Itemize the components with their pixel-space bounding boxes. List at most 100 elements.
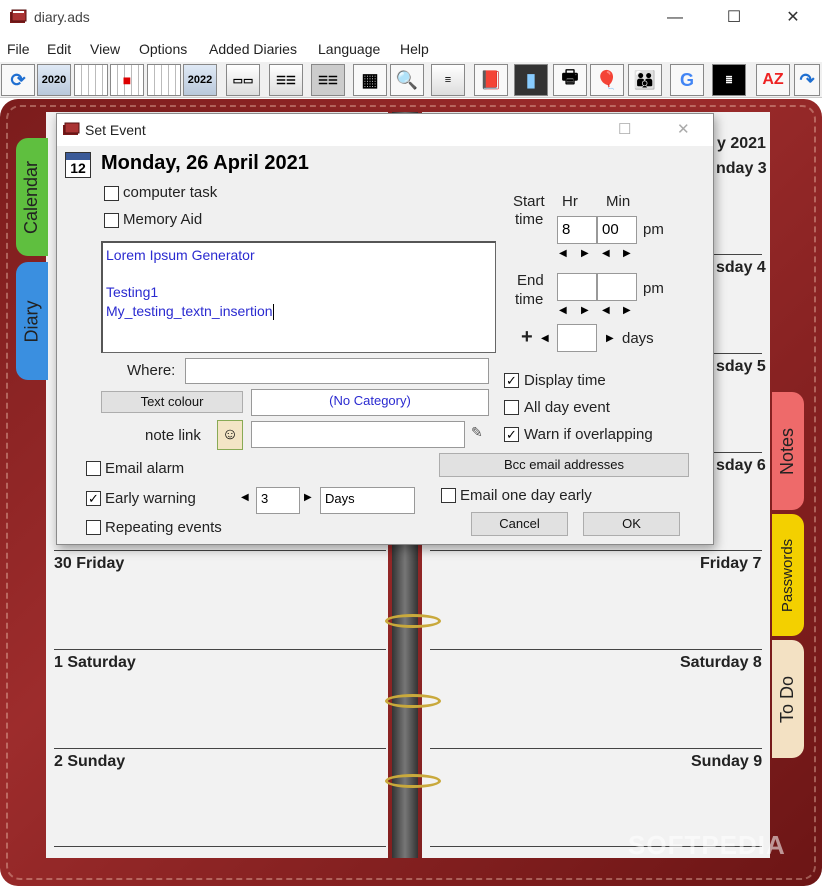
refresh-icon[interactable]: ⟳ [1,64,35,96]
dialog-close-icon[interactable]: ✕ [677,120,690,138]
watermark: SOFTPEDIA [628,830,786,860]
today-icon[interactable]: ■ [110,64,144,96]
bcc-email-button[interactable]: Bcc email addresses [439,453,689,477]
start-minute-input[interactable]: 00 [597,216,637,244]
left-day-label[interactable]: 2 Sunday [54,753,125,771]
menu-language[interactable]: Language [318,41,380,57]
menu-edit[interactable]: Edit [47,41,71,57]
end-minute-increase-icon[interactable]: ▶ [623,305,631,316]
warn-overlapping-checkbox[interactable]: ✓ [504,427,519,442]
google-icon[interactable]: G [670,64,704,96]
warn-overlapping-label: Warn if overlapping [524,426,653,443]
print-icon[interactable]: 🖶 [553,64,587,96]
rotate-icon[interactable]: ↷ [794,64,820,96]
right-day-label[interactable]: Friday 7 [700,555,761,573]
menu-view[interactable]: View [90,41,120,57]
prev-month-icon[interactable] [74,64,108,96]
start-hour-decrease-icon[interactable]: ◀ [559,248,567,259]
hour-column-label: Hr [562,193,578,210]
early-warning-increase-icon[interactable]: ▶ [304,492,312,503]
email-one-day-early-checkbox[interactable] [441,488,456,503]
minimize-button[interactable]: — [652,6,698,30]
display-time-checkbox[interactable]: ✓ [504,373,519,388]
tab-notes[interactable]: Notes [772,392,804,510]
notebook-icon[interactable]: ▮ [514,64,548,96]
early-warning-unit-select[interactable]: Days [320,487,415,514]
start-ampm-label[interactable]: pm [643,221,664,238]
start-hour-input[interactable]: 8 [557,216,597,244]
start-hour-increase-icon[interactable]: ▶ [581,248,589,259]
menu-added-diaries[interactable]: Added Diaries [209,41,297,57]
end-minute-decrease-icon[interactable]: ◀ [602,305,610,316]
days-increase-icon[interactable]: ▶ [606,333,614,344]
days-decrease-icon[interactable]: ◀ [541,333,549,344]
tab-passwords[interactable]: Passwords [772,514,804,636]
ok-button[interactable]: OK [583,512,680,536]
end-hour-input[interactable] [557,273,597,301]
cancel-button[interactable]: Cancel [471,512,568,536]
link-browse-icon[interactable]: ✎ [471,424,491,442]
binder-ring [385,694,441,708]
month-view-icon[interactable]: ☰☰ [269,64,303,96]
early-warning-label: Early warning [105,490,196,507]
end-hour-increase-icon[interactable]: ▶ [581,305,589,316]
days-input[interactable] [557,324,597,352]
left-day-label[interactable]: 30 Friday [54,555,124,573]
menu-options[interactable]: Options [139,41,187,57]
next-year-button[interactable]: 2022 [183,64,217,96]
note-link-input[interactable] [251,421,465,448]
where-input[interactable] [185,358,489,384]
memory-aid-checkbox[interactable] [104,213,119,228]
dialog-title: Set Event [85,122,146,138]
maximize-button[interactable]: ☐ [711,6,757,30]
right-day-label[interactable]: Sunday 9 [691,753,762,771]
end-hour-decrease-icon[interactable]: ◀ [559,305,567,316]
text-cursor [272,303,274,320]
next-month-icon[interactable] [147,64,181,96]
prev-year-button[interactable]: 2020 [37,64,71,96]
note-link-label: note link [145,427,201,444]
day-divider [54,550,386,551]
day-divider [430,748,762,749]
display-time-label: Display time [524,372,606,389]
text-colour-button[interactable]: Text colour [101,391,243,413]
menu-help[interactable]: Help [400,41,429,57]
spreadsheet-icon[interactable]: ▦ [353,64,387,96]
computer-task-label: computer task [123,184,218,201]
binder-ring [385,774,441,788]
early-warning-checkbox[interactable]: ✓ [86,491,101,506]
days-label: days [622,330,654,347]
right-day-label[interactable]: Saturday 8 [680,654,762,672]
right-day-label: sday 5 [716,358,766,375]
event-text-area[interactable]: Lorem Ipsum Generator Testing1 My_testin… [101,241,496,353]
start-minute-decrease-icon[interactable]: ◀ [602,248,610,259]
menu-file[interactable]: File [7,41,30,57]
note-portrait-icon[interactable]: ☺ [217,420,243,450]
email-alarm-checkbox[interactable] [86,461,101,476]
day-divider [54,846,386,847]
early-warning-value-input[interactable]: 3 [256,487,300,514]
start-minute-increase-icon[interactable]: ▶ [623,248,631,259]
end-ampm-label[interactable]: pm [643,280,664,297]
category-field[interactable]: (No Category) [251,389,489,416]
news-icon[interactable]: ≣ [712,64,746,96]
week-view-icon[interactable]: ▭▭ [226,64,260,96]
sort-az-button[interactable]: AZ [756,64,790,96]
all-day-event-checkbox[interactable] [504,400,519,415]
search-icon[interactable]: 🔍 [390,64,424,96]
tab-to-do[interactable]: To Do [772,640,804,758]
end-minute-input[interactable] [597,273,637,301]
family-icon[interactable]: 👪 [628,64,662,96]
close-button[interactable]: ✕ [770,6,816,30]
left-day-label[interactable]: 1 Saturday [54,654,136,672]
tab-diary[interactable]: Diary [16,262,48,380]
early-warning-decrease-icon[interactable]: ◀ [241,492,249,503]
right-day-label: nday 3 [716,160,767,177]
repeating-events-checkbox[interactable] [86,520,101,535]
tab-calendar[interactable]: Calendar [16,138,48,256]
list-view-icon[interactable]: ≡ [431,64,465,96]
computer-task-checkbox[interactable] [104,186,119,201]
address-book-icon[interactable]: 📕 [474,64,508,96]
balloons-icon[interactable]: 🎈 [590,64,624,96]
day-view-icon[interactable]: ☰☰ [311,64,345,96]
